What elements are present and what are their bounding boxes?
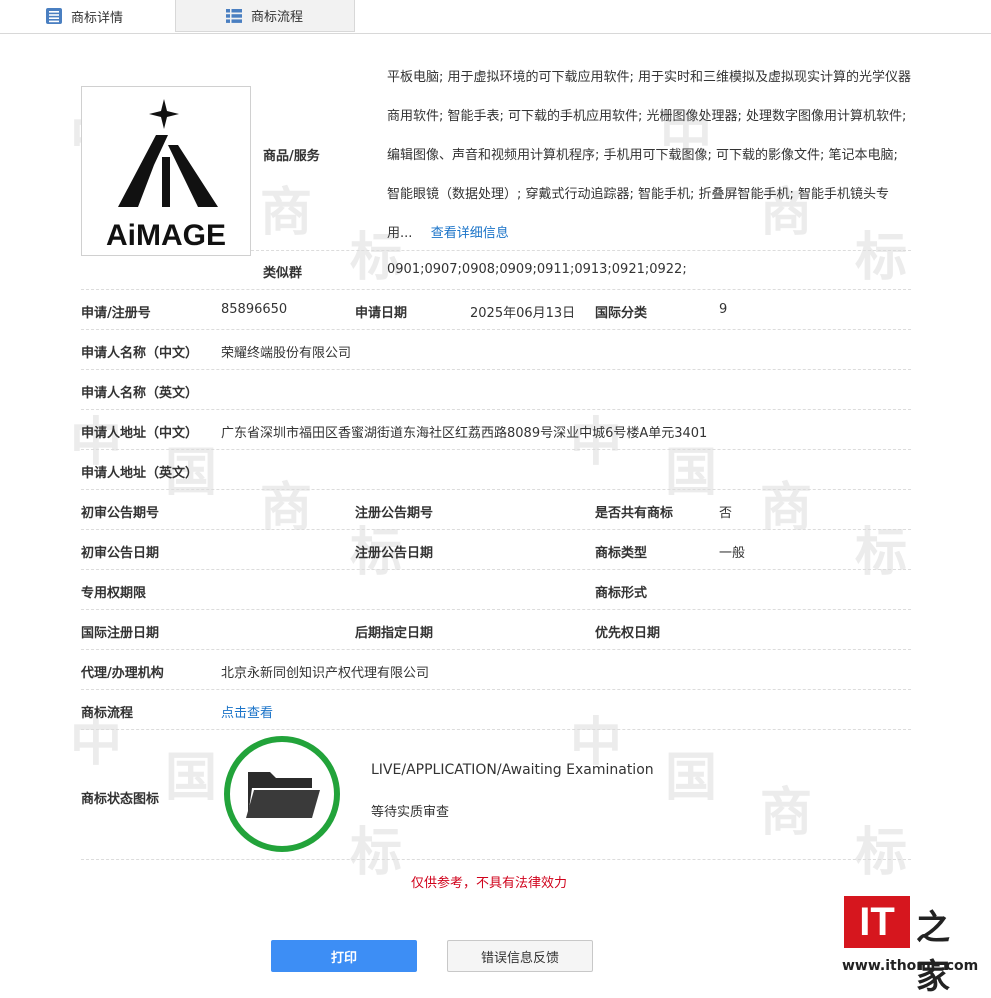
prelim-issue-label: 初审公告期号 xyxy=(81,506,160,521)
status-ring xyxy=(224,736,340,852)
watermark-char: 标 xyxy=(855,822,908,883)
tm-type-value: 一般 xyxy=(719,546,746,561)
divider xyxy=(81,289,911,290)
shared-value: 否 xyxy=(719,506,733,521)
tm-form-label: 商标形式 xyxy=(595,586,648,601)
divider xyxy=(81,859,911,860)
address-cn-label: 申请人地址（中文） xyxy=(81,426,199,441)
feedback-button[interactable]: 错误信息反馈 xyxy=(447,940,593,972)
watermark-char: 国 xyxy=(665,442,718,503)
view-flow-link[interactable]: 点击查看 xyxy=(221,702,273,721)
similar-group-label: 类似群 xyxy=(263,266,303,281)
grid-list-icon xyxy=(226,8,242,23)
divider xyxy=(81,649,911,650)
tab-label: 商标详情 xyxy=(71,10,124,26)
watermark-char: 国 xyxy=(665,747,718,808)
logo-text: AiMAGE xyxy=(106,219,226,252)
watermark-char: 国 xyxy=(165,747,218,808)
disclaimer-note: 仅供参考，不具有法律效力 xyxy=(411,876,568,891)
address-en-label: 申请人地址（英文） xyxy=(81,466,199,481)
agent-value: 北京永新同创知识产权代理有限公司 xyxy=(221,666,430,681)
agent-label: 代理/办理机构 xyxy=(81,666,164,681)
address-cn-value: 广东省深圳市福田区香蜜湖街道东海社区红荔西路8089号深业中城6号楼A单元340… xyxy=(221,426,708,441)
applicant-cn-value: 荣耀终端股份有限公司 xyxy=(221,346,352,361)
watermark-char: 商 xyxy=(260,182,313,243)
shared-label: 是否共有商标 xyxy=(595,506,674,521)
ithome-logo-it: IT xyxy=(844,896,910,948)
goods-services: 平板电脑; 用于虚拟环境的可下载应用软件; 用于实时和三维模拟及虚拟现实计算的光… xyxy=(387,58,912,253)
status-text-en: LIVE/APPLICATION/Awaiting Examination xyxy=(371,762,654,778)
watermark-char: 商 xyxy=(760,782,813,843)
apply-date-label: 申请日期 xyxy=(355,306,408,321)
view-details-link[interactable]: 查看详细信息 xyxy=(431,226,509,241)
intl-class-label: 国际分类 xyxy=(595,306,648,321)
divider xyxy=(81,369,911,370)
goods-text: 平板电脑; 用于虚拟环境的可下载应用软件; 用于实时和三维模拟及虚拟现实计算的光… xyxy=(387,70,912,241)
ithome-logo-zhi: 之家 xyxy=(916,908,950,997)
priority-date-label: 优先权日期 xyxy=(595,626,661,641)
divider xyxy=(81,689,911,690)
intl-reg-date-label: 国际注册日期 xyxy=(81,626,160,641)
ithome-watermark: IT 之家 www.ithome.com xyxy=(842,894,982,997)
divider xyxy=(251,250,911,251)
trademark-logo-mark: AiMAGE xyxy=(106,99,226,252)
watermark-char: 标 xyxy=(350,822,403,883)
print-button[interactable]: 打印 xyxy=(271,940,417,972)
later-date-label: 后期指定日期 xyxy=(355,626,434,641)
flow-label: 商标流程 xyxy=(81,706,134,721)
list-icon xyxy=(46,8,62,24)
tm-type-label: 商标类型 xyxy=(595,546,648,561)
divider xyxy=(81,609,911,610)
ithome-url: www.ithome.com xyxy=(842,958,979,974)
tab-bar: 商标详情 商标流程 xyxy=(0,0,991,34)
trademark-logo-image: AiMAGE xyxy=(81,86,251,256)
status-text-cn: 等待实质审查 xyxy=(371,805,450,820)
tab-trademark-details[interactable]: 商标详情 xyxy=(0,0,176,32)
reg-no-label: 申请/注册号 xyxy=(81,306,151,321)
divider xyxy=(81,329,911,330)
applicant-cn-label: 申请人名称（中文） xyxy=(81,346,199,361)
divider xyxy=(81,449,911,450)
exclusive-label: 专用权期限 xyxy=(81,586,147,601)
watermark-char: 标 xyxy=(855,522,908,583)
intl-class-value: 9 xyxy=(719,302,728,317)
similar-group-value: 0901;0907;0908;0909;0911;0913;0921;0922; xyxy=(387,262,687,277)
divider xyxy=(81,729,911,730)
reg-no-value: 85896650 xyxy=(221,302,288,317)
folder-open-icon xyxy=(246,772,320,818)
divider xyxy=(81,529,911,530)
divider xyxy=(81,569,911,570)
divider xyxy=(81,409,911,410)
divider xyxy=(81,489,911,490)
tab-trademark-flow[interactable]: 商标流程 xyxy=(176,0,355,32)
reg-issue-label: 注册公告期号 xyxy=(355,506,434,521)
reg-date-label: 注册公告日期 xyxy=(355,546,434,561)
apply-date-value: 2025年06月13日 xyxy=(470,306,576,321)
goods-label: 商品/服务 xyxy=(263,149,320,164)
tab-label: 商标流程 xyxy=(251,10,304,25)
prelim-date-label: 初审公告日期 xyxy=(81,546,160,561)
status-icon-label: 商标状态图标 xyxy=(81,792,160,807)
applicant-en-label: 申请人名称（英文） xyxy=(81,386,199,401)
